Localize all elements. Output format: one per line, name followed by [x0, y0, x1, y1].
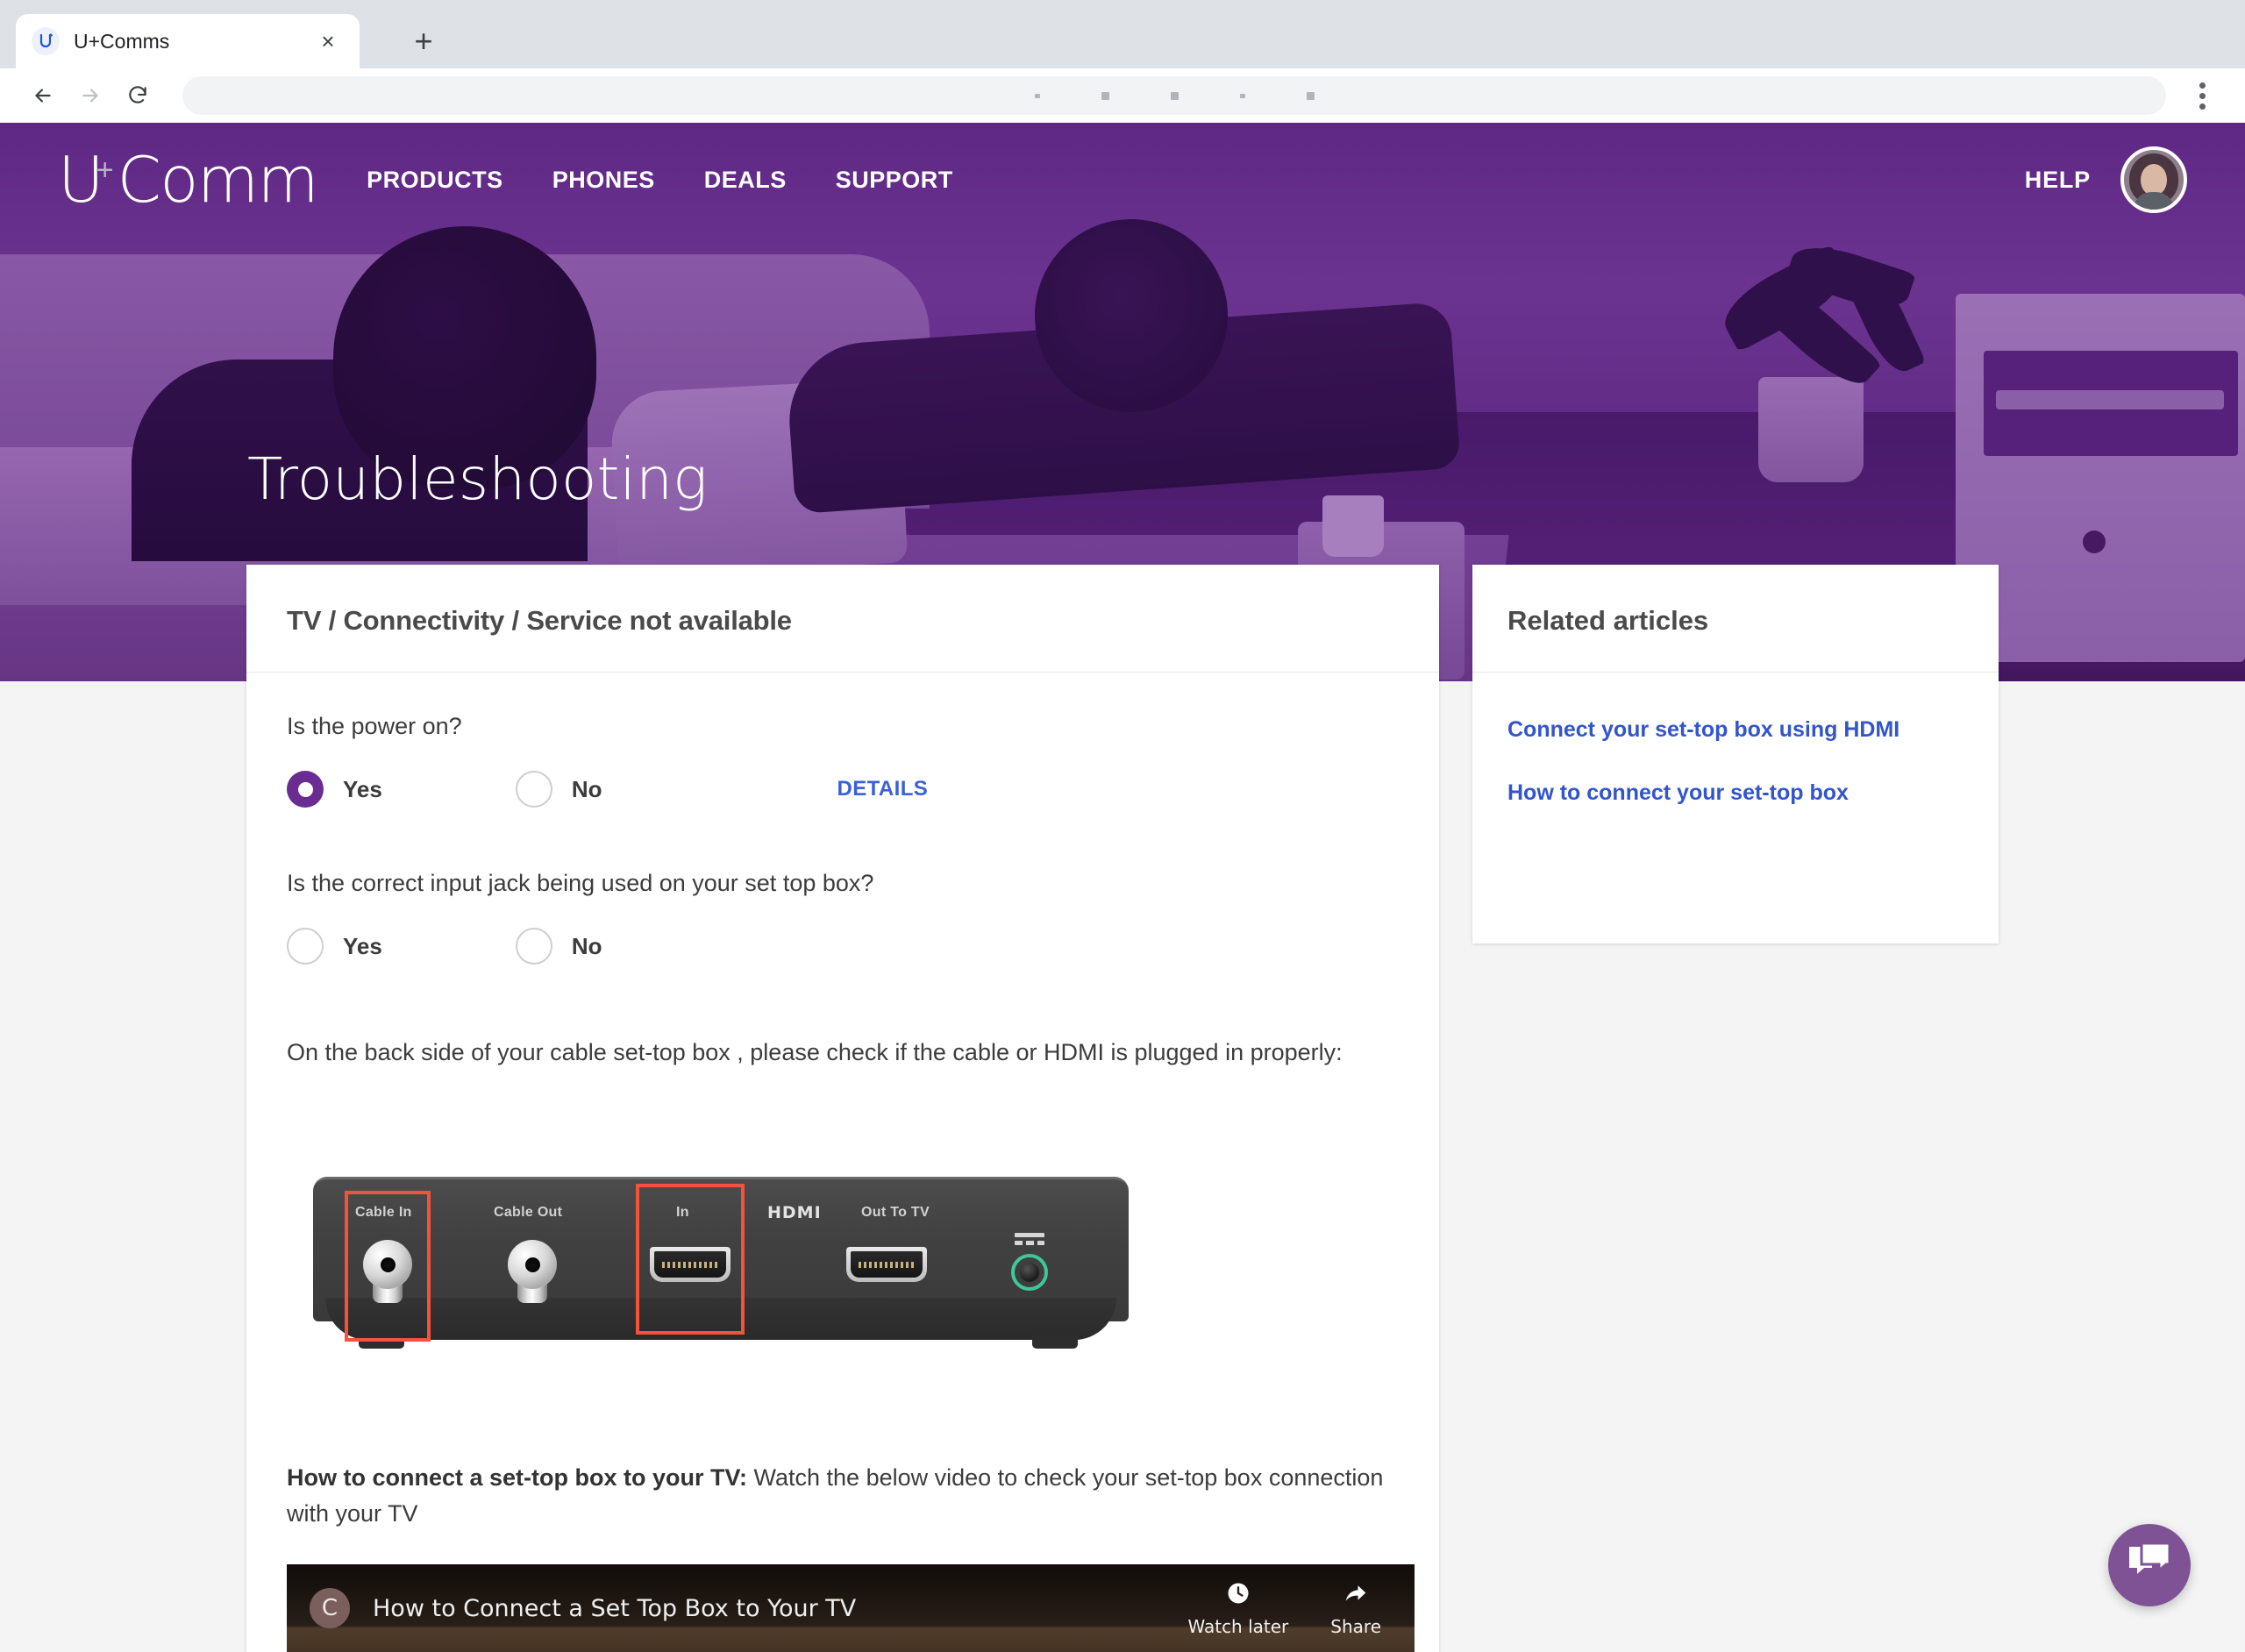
question-power-options: Yes No DETAILS — [287, 766, 1399, 812]
coax-port-cable-out — [508, 1240, 557, 1290]
related-articles-card: Related articles Connect your set-top bo… — [1472, 565, 1999, 943]
card-body: Is the power on? Yes No DETAILS Is the c… — [246, 673, 1439, 1652]
hdmi-port-in — [650, 1247, 731, 1283]
address-blur-glyph — [1101, 91, 1109, 100]
port-label-cable-out: Cable Out — [494, 1205, 563, 1221]
browser-toolbar — [0, 68, 2245, 123]
radio-label: No — [571, 932, 602, 959]
hdmi-logo-text: HDMI — [767, 1203, 822, 1223]
video-intro-heading: How to connect a set-top box to your TV: — [287, 1464, 748, 1492]
browser-chrome: U+Comms × + — [0, 0, 2245, 123]
close-icon[interactable]: × — [312, 25, 344, 57]
power-port — [1011, 1254, 1048, 1292]
forward-icon — [67, 72, 114, 119]
troubleshooting-card: TV / Connectivity / Service not availabl… — [246, 565, 1439, 1652]
page-title: Troubleshooting — [247, 445, 708, 513]
radio-label: No — [571, 775, 602, 802]
video-title[interactable]: How to Connect a Set Top Box to Your TV — [373, 1595, 856, 1622]
video-channel-avatar[interactable]: C — [310, 1588, 350, 1629]
address-blur-glyph — [1034, 93, 1040, 98]
port-label-hdmi-in: In — [676, 1205, 689, 1221]
breadcrumb: TV / Connectivity / Service not availabl… — [287, 605, 792, 636]
watch-later-label: Watch later — [1187, 1615, 1289, 1637]
new-tab-button[interactable]: + — [403, 21, 444, 61]
browser-tab[interactable]: U+Comms × — [16, 14, 360, 68]
related-articles-header: Related articles — [1472, 565, 1999, 673]
video-intro-text: How to connect a set-top box to your TV:… — [287, 1460, 1399, 1531]
browser-tabstrip: U+Comms × + — [0, 0, 2245, 68]
site-favicon-icon — [32, 27, 60, 55]
radio-button[interactable] — [515, 771, 552, 808]
share-label: Share — [1330, 1615, 1381, 1637]
nav-item-support[interactable]: SUPPORT — [836, 167, 953, 194]
related-article-link-hdmi[interactable]: Connect your set-top box using HDMI — [1507, 716, 1963, 743]
set-top-box-rear-panel: Cable In Cable Out In HDMI Out To TV — [313, 1166, 1129, 1355]
chat-bubbles-icon — [2126, 1542, 2173, 1590]
help-link[interactable]: HELP — [2025, 167, 2091, 194]
radio-option-jack-no[interactable]: No — [515, 928, 602, 965]
address-blur-glyph — [1170, 91, 1179, 100]
radio-option-power-no[interactable]: No — [515, 771, 602, 808]
browser-tab-title: U+Comms — [74, 29, 170, 53]
question-power-label: Is the power on? — [287, 713, 462, 739]
nav-item-phones[interactable]: PHONES — [552, 167, 655, 194]
power-symbol-icon — [1015, 1233, 1044, 1246]
coax-port-cable-in — [363, 1240, 412, 1290]
watch-later-button[interactable]: Watch later — [1187, 1580, 1288, 1637]
radio-button[interactable] — [287, 928, 324, 965]
reload-icon[interactable] — [114, 72, 161, 119]
radio-button[interactable] — [515, 928, 552, 965]
share-button[interactable]: Share — [1330, 1580, 1381, 1637]
set-top-box-figure: Cable In Cable Out In HDMI Out To TV — [287, 1166, 1399, 1355]
logo-plus-mark: + — [96, 153, 114, 187]
back-icon[interactable] — [19, 72, 67, 119]
radio-button[interactable] — [287, 771, 324, 808]
radio-label: Yes — [343, 775, 382, 802]
port-label-cable-in: Cable In — [355, 1205, 412, 1221]
radio-option-jack-yes[interactable]: Yes — [287, 928, 382, 965]
address-bar[interactable] — [182, 76, 2166, 115]
nav-item-deals[interactable]: DEALS — [704, 167, 787, 194]
browser-menu-icon[interactable] — [2178, 72, 2226, 119]
primary-nav: PRODUCTS PHONES DEALS SUPPORT — [367, 167, 953, 194]
related-articles-title: Related articles — [1507, 605, 1709, 636]
radio-option-power-yes[interactable]: Yes — [287, 771, 382, 808]
page-body: U + Comm PRODUCTS PHONES DEALS SUPPORT H… — [0, 123, 2245, 1652]
related-article-link-connect[interactable]: How to connect your set-top box — [1507, 780, 1963, 806]
details-link[interactable]: DETAILS — [837, 777, 929, 801]
hdmi-port-out-to-tv — [846, 1247, 927, 1283]
nav-item-products[interactable]: PRODUCTS — [367, 167, 503, 194]
question-input-jack-label: Is the correct input jack being used on … — [287, 870, 874, 896]
port-label-out-to-tv: Out To TV — [861, 1205, 930, 1221]
instruction-text: On the back side of your cable set-top b… — [287, 1039, 1343, 1065]
related-articles-list: Connect your set-top box using HDMI How … — [1472, 673, 1999, 850]
video-overlay-bar: C How to Connect a Set Top Box to Your T… — [287, 1564, 1415, 1652]
question-input-jack-options: Yes No — [287, 923, 1399, 969]
share-arrow-icon — [1343, 1580, 1369, 1611]
clock-icon — [1225, 1580, 1251, 1611]
address-blur-glyph — [1239, 93, 1245, 98]
avatar[interactable] — [2120, 146, 2187, 213]
address-blur-glyph — [1306, 91, 1315, 100]
chat-widget-button[interactable] — [2108, 1524, 2191, 1606]
header-right: HELP — [2025, 146, 2187, 213]
card-header: TV / Connectivity / Service not availabl… — [246, 565, 1439, 673]
video-player[interactable]: C How to Connect a Set Top Box to Your T… — [287, 1564, 1415, 1652]
logo-wordmark: Comm — [117, 143, 319, 217]
video-actions: Watch later Share — [1187, 1580, 1392, 1637]
site-logo[interactable]: U + Comm — [58, 143, 319, 217]
radio-label: Yes — [343, 932, 382, 959]
site-header: U + Comm PRODUCTS PHONES DEALS SUPPORT H… — [0, 123, 2245, 237]
